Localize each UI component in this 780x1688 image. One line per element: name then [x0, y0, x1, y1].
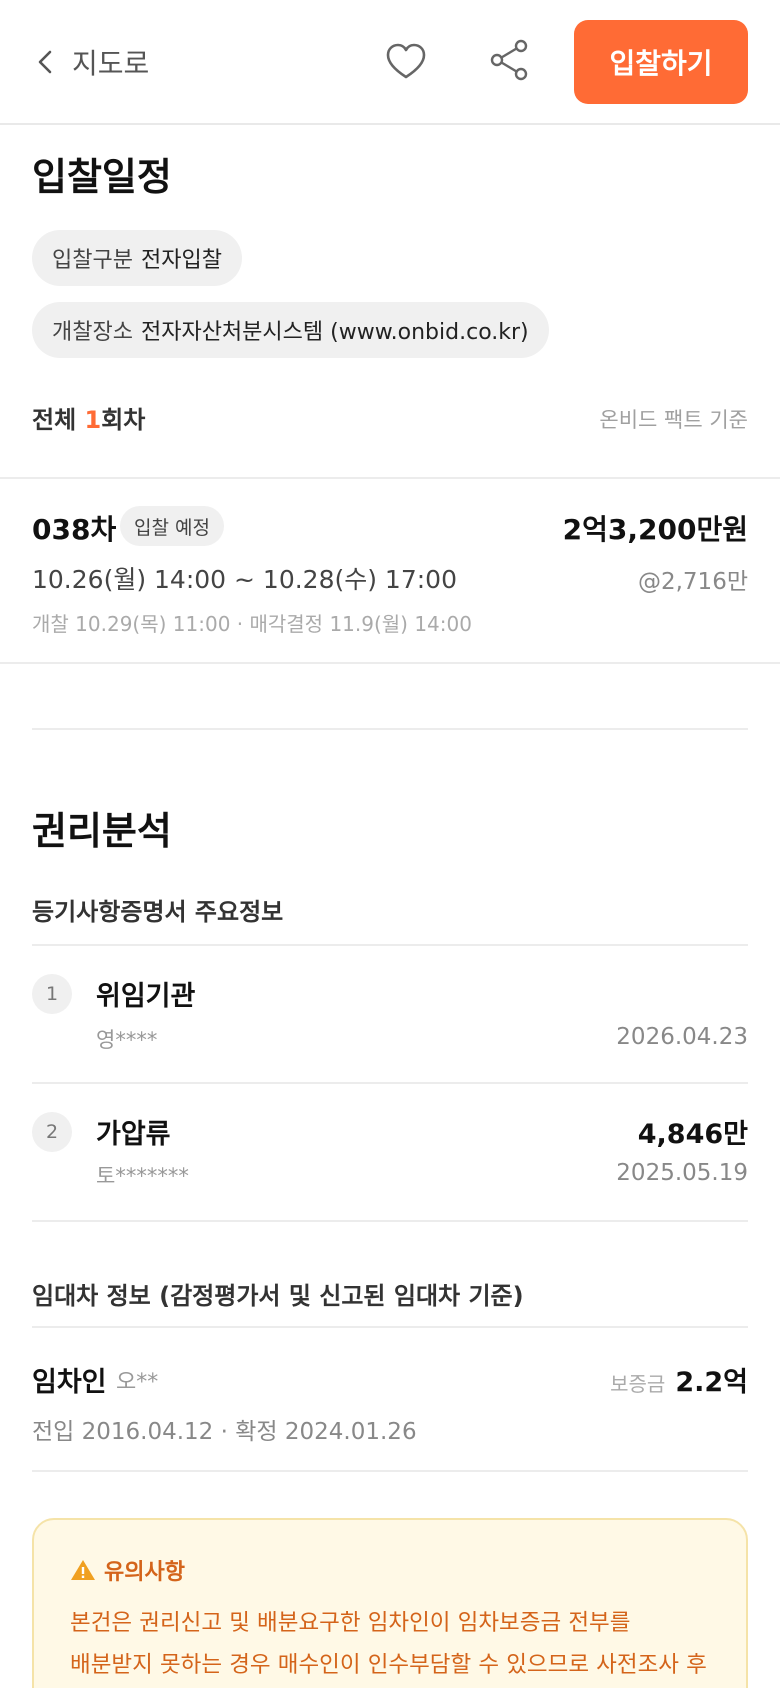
warning-box: 유의사항 본건은 권리신고 및 배분요구한 임차인이 임차보증금 전부를 배분받… — [32, 1518, 748, 1688]
bid-place-chip: 개찰장소 전자자산처분시스템 (www.onbid.co.kr) — [32, 302, 549, 358]
divider — [32, 1326, 748, 1328]
tenant-label: 임차인 — [32, 1367, 107, 1398]
chevron-left-icon — [38, 50, 52, 74]
heart-icon[interactable] — [384, 40, 428, 84]
divider — [32, 1220, 748, 1222]
deposit-value: 2.2억 — [675, 1367, 748, 1398]
deposit-label: 보증금 — [610, 1372, 666, 1396]
bid-type-value: 전자입찰 — [140, 248, 222, 273]
bid-type-label: 입찰구분 — [52, 248, 133, 273]
item-date: 2026.04.23 — [616, 1024, 748, 1050]
divider — [0, 662, 780, 664]
bid-period: 10.26(월) 14:00 ~ 10.28(수) 17:00 — [32, 565, 457, 594]
round-total-prefix: 전체 — [32, 406, 85, 434]
divider — [32, 1470, 748, 1472]
round-total-count: 1 — [84, 406, 102, 434]
top-bar: 지도로 입찰하기 — [0, 0, 780, 125]
source-note: 온비드 팩트 기준 — [599, 408, 748, 432]
round-total: 전체 1회차 — [32, 400, 145, 435]
item-amount: 4,846만 — [637, 1119, 748, 1150]
share-icon[interactable] — [488, 38, 532, 82]
bid-type-chip: 입찰구분 전자입찰 — [32, 230, 242, 286]
bid-place-label: 개찰장소 — [52, 320, 133, 345]
bid-button[interactable]: 입찰하기 — [574, 20, 748, 104]
warning-header: 유의사항 — [70, 1554, 185, 1586]
item-holder: 토******* — [96, 1164, 189, 1188]
item-title: 위임기관 — [96, 981, 196, 1012]
registry-title: 등기사항증명서 주요정보 — [32, 898, 284, 926]
round-number: 038차 — [32, 513, 117, 546]
item-number: 1 — [32, 974, 72, 1014]
bid-place-value: 전자자산처분시스템 (www.onbid.co.kr) — [140, 320, 529, 345]
status-badge: 입찰 예정 — [120, 506, 224, 546]
schedule-title: 입찰일정 — [32, 155, 172, 199]
deposit: 보증금 2.2억 — [610, 1360, 748, 1399]
item-number: 2 — [32, 1112, 72, 1152]
unit-price: @2,716만 — [637, 569, 748, 595]
back-to-map-button[interactable]: 지도로 — [32, 40, 149, 84]
round-total-suffix: 회차 — [101, 406, 146, 434]
lease-title: 임대차 정보 (감정평가서 및 신고된 임대차 기준) — [32, 1282, 524, 1310]
divider — [32, 1082, 748, 1084]
divider — [0, 477, 780, 479]
minimum-price: 2억3,200만원 — [562, 513, 748, 546]
back-label: 지도로 — [72, 47, 150, 80]
section-divider — [32, 728, 748, 730]
warning-title: 유의사항 — [104, 1560, 185, 1585]
warning-icon — [71, 1560, 95, 1580]
rights-title: 권리분석 — [32, 809, 172, 853]
tenant-dates: 전입 2016.04.12 · 확정 2024.01.26 — [32, 1419, 417, 1445]
item-title: 가압류 — [96, 1119, 171, 1150]
item-date: 2025.05.19 — [616, 1160, 748, 1186]
warning-body: 본건은 권리신고 및 배분요구한 임차인이 임차보증금 전부를 배분받지 못하는… — [70, 1610, 707, 1678]
opening-info: 개찰 10.29(목) 11:00 · 매각결정 11.9(월) 14:00 — [32, 612, 472, 636]
tenant-name: 오** — [116, 1370, 159, 1395]
item-holder: 영**** — [96, 1028, 158, 1052]
divider — [32, 944, 748, 946]
